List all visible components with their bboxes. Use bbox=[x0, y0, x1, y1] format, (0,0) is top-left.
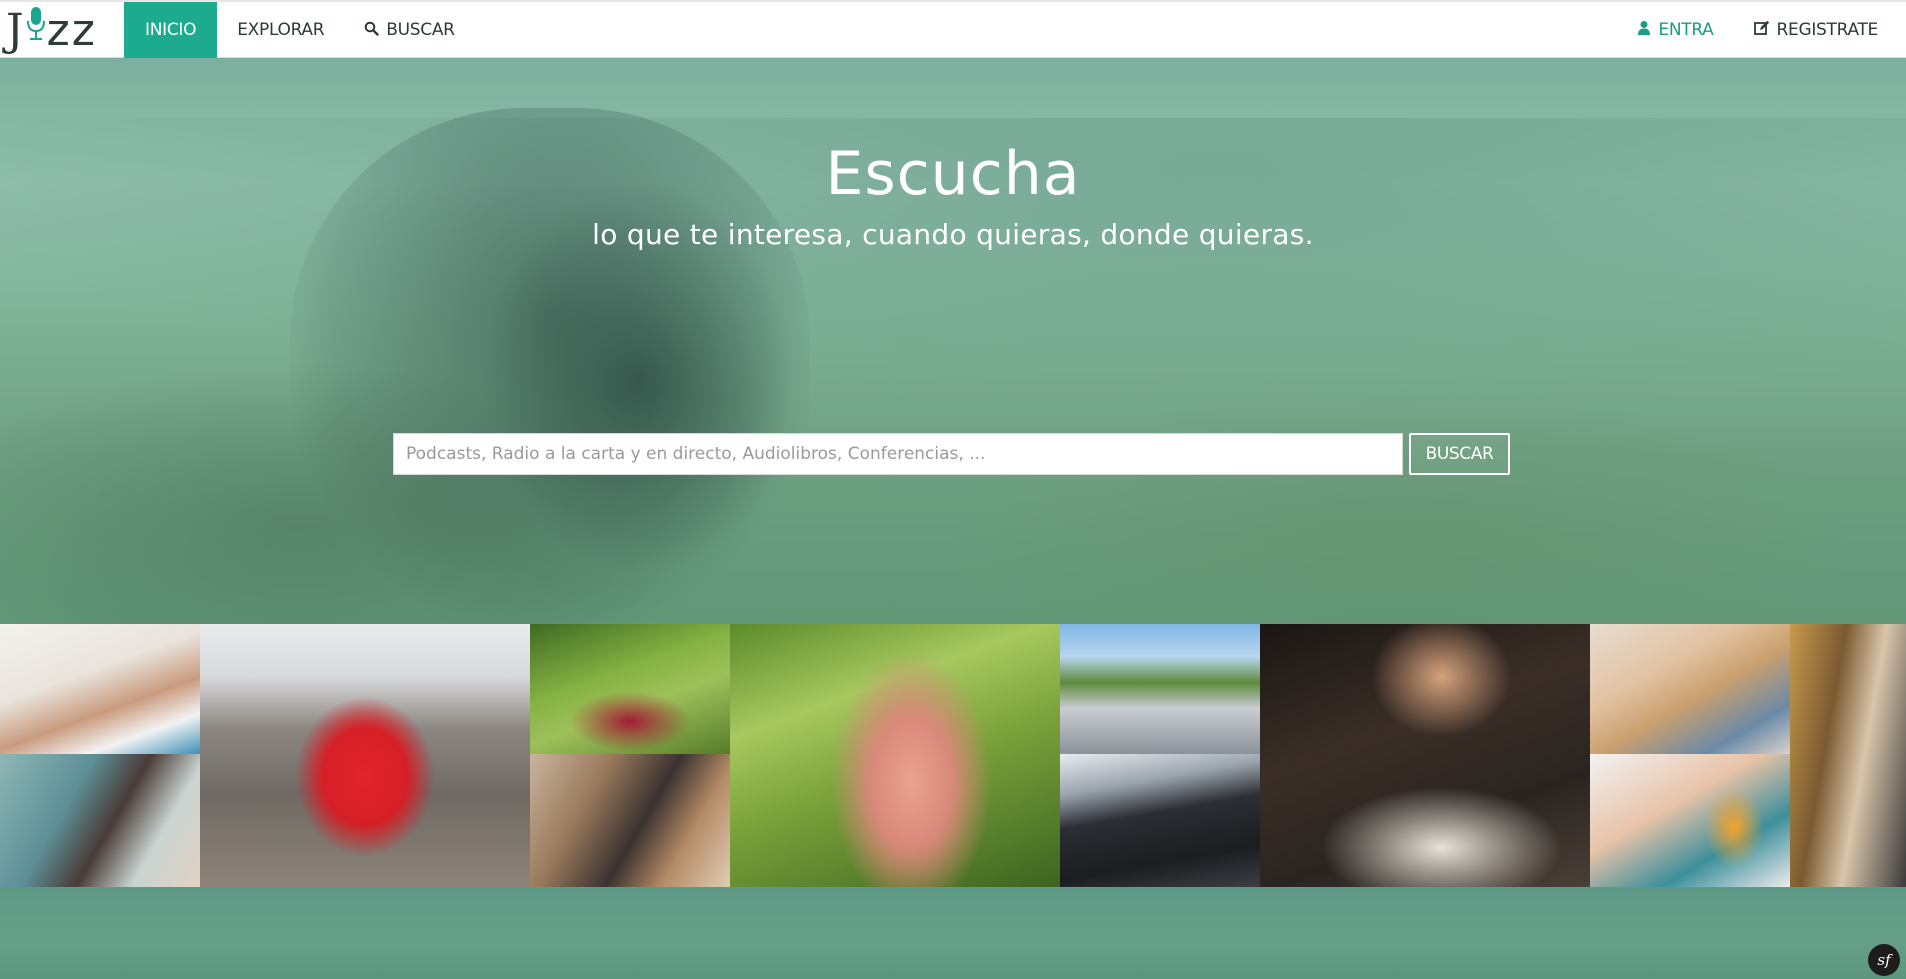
photo-woman-headphones-studying bbox=[0, 624, 200, 754]
nav-explorar-label: EXPLORAR bbox=[237, 20, 325, 40]
hero-search-bar: BUSCAR bbox=[393, 433, 1510, 475]
photo-woman-headphones-park bbox=[730, 624, 1060, 887]
nav-buscar-label: BUSCAR bbox=[386, 20, 455, 40]
nav-registrate[interactable]: REGISTRATE bbox=[1734, 2, 1906, 58]
logo-letter-j: J bbox=[6, 4, 25, 56]
photo-man-running bbox=[200, 624, 530, 887]
hero-subtitle: lo que te interesa, cuando quieras, dond… bbox=[592, 218, 1314, 251]
photo-mosaic bbox=[0, 624, 1906, 887]
photo-boy-studying-lamp bbox=[1260, 624, 1590, 887]
nav-registrate-label: REGISTRATE bbox=[1776, 20, 1879, 40]
photo-man-with-phone bbox=[530, 754, 730, 887]
photo-man-with-phone-city bbox=[1790, 624, 1906, 887]
nav-explorar[interactable]: EXPLORAR bbox=[217, 2, 344, 58]
photo-two-girls-phone bbox=[1590, 624, 1790, 754]
nav-inicio-label: INICIO bbox=[145, 20, 197, 40]
jizz-logo[interactable]: J zz bbox=[0, 2, 124, 58]
hero-banner: Escucha lo que te interesa, cuando quier… bbox=[0, 58, 1906, 624]
edit-icon bbox=[1753, 20, 1770, 40]
photo-woman-on-train bbox=[0, 754, 200, 887]
symfony-debug-icon[interactable]: sf bbox=[1868, 944, 1900, 976]
photo-woman-in-grass bbox=[530, 624, 730, 754]
search-icon bbox=[364, 21, 379, 40]
photo-driving-car bbox=[1060, 754, 1260, 887]
bottom-hero-strip bbox=[0, 887, 1906, 979]
nav-right-group: ENTRA REGISTRATE bbox=[1617, 2, 1906, 58]
nav-entra[interactable]: ENTRA bbox=[1617, 2, 1733, 58]
hero-search-input[interactable] bbox=[393, 433, 1403, 475]
hero-title: Escucha bbox=[825, 139, 1081, 209]
user-icon bbox=[1637, 20, 1651, 40]
nav-entra-label: ENTRA bbox=[1658, 20, 1714, 40]
hero-search-button[interactable]: BUSCAR bbox=[1409, 433, 1510, 475]
top-navbar: J zz INICIO EXPLORAR BUSCAR ENTRA REGIST… bbox=[0, 0, 1906, 58]
microphone-icon bbox=[26, 5, 46, 51]
nav-buscar[interactable]: BUSCAR bbox=[344, 2, 474, 58]
nav-inicio[interactable]: INICIO bbox=[124, 2, 218, 58]
photo-woman-juice-earbuds bbox=[1590, 754, 1790, 887]
logo-letters-zz: zz bbox=[46, 4, 97, 56]
photo-group-outdoors-laptop bbox=[1060, 624, 1260, 754]
